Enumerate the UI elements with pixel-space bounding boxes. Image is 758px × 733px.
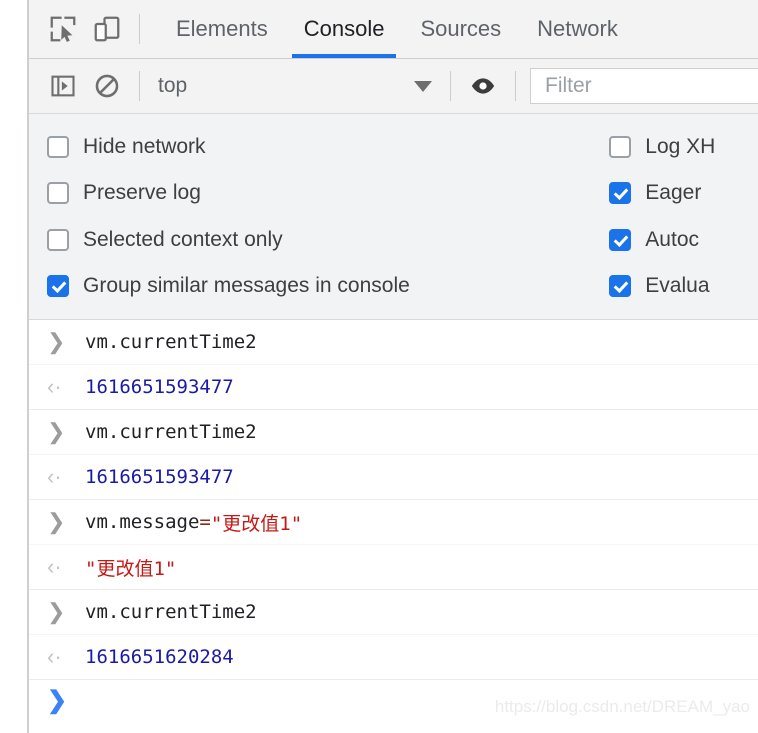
input-chevron-icon: ❯ — [47, 509, 66, 534]
device-toolbar-icon[interactable] — [85, 7, 129, 51]
console-input-code-string: "更改值1" — [210, 512, 303, 535]
setting-label-group-similar: Group similar messages in console — [83, 273, 410, 297]
console-prompt[interactable]: ❯ — [29, 680, 758, 720]
setting-label-hide-network: Hide network — [83, 135, 206, 159]
console-entry: ❯ vm.currentTime2 ‹· 1616651620284 — [29, 590, 758, 680]
setting-eager-evaluation[interactable]: Eager — [609, 171, 758, 215]
setting-hide-network[interactable]: Hide network — [47, 125, 609, 169]
tab-elements[interactable]: Elements — [158, 0, 286, 58]
prompt-chevron-icon: ❯ — [47, 686, 68, 714]
console-entry: ❯ vm.currentTime2 ‹· 1616651593477 — [29, 410, 758, 500]
console-input-line[interactable]: ❯ vm.currentTime2 — [29, 590, 758, 634]
console-input-code: vm.currentTime2 — [85, 421, 257, 443]
live-expression-eye-icon[interactable] — [461, 64, 505, 108]
console-input-line[interactable]: ❯ vm.currentTime2 — [29, 320, 758, 364]
setting-selected-context-only[interactable]: Selected context only — [47, 218, 609, 262]
devtools-tabbar: Elements Console Sources Network — [29, 0, 758, 59]
settings-column-left: Hide network Preserve log Selected conte… — [29, 122, 609, 309]
console-input-code-prefix: vm.message — [85, 511, 200, 533]
console-output-line: ‹· 1616651593477 — [29, 454, 758, 499]
setting-evaluate-activation[interactable]: Evalua — [609, 264, 758, 308]
checkbox-evaluate-activation[interactable] — [609, 274, 632, 297]
tab-console[interactable]: Console — [286, 0, 403, 58]
output-chevron-icon: ‹· — [47, 464, 62, 489]
settings-column-right: Log XH Eager Autoc Evalua — [609, 122, 758, 309]
setting-label-autocomplete: Autoc — [645, 227, 699, 251]
output-chevron-icon: ‹· — [47, 554, 62, 579]
input-chevron-icon: ❯ — [47, 329, 66, 354]
setting-log-xhr[interactable]: Log XH — [609, 125, 758, 169]
console-output-value: "更改值1" — [85, 557, 177, 580]
settings-columns: Hide network Preserve log Selected conte… — [29, 122, 758, 309]
checkbox-eager-evaluation[interactable] — [609, 182, 632, 205]
tab-network[interactable]: Network — [519, 0, 636, 58]
console-output-value: 1616651593477 — [85, 466, 234, 488]
console-toolbar-divider-1 — [139, 71, 140, 101]
devtools-panel: Elements Console Sources Network top Fil… — [27, 0, 758, 733]
devtools-screenshot: Elements Console Sources Network top Fil… — [0, 0, 758, 733]
output-chevron-icon: ‹· — [47, 644, 62, 669]
console-entry: ❯ vm.currentTime2 ‹· 1616651593477 — [29, 320, 758, 410]
tabbar-divider — [139, 14, 140, 44]
console-toolbar: top Filter — [29, 59, 758, 114]
console-input-code-operator: = — [199, 511, 211, 533]
console-settings-panel: Hide network Preserve log Selected conte… — [29, 114, 758, 320]
filter-input[interactable]: Filter — [530, 68, 758, 104]
output-chevron-icon: ‹· — [47, 374, 62, 399]
checkbox-autocomplete[interactable] — [609, 228, 632, 251]
inspect-element-icon[interactable] — [41, 7, 85, 51]
console-output-line: ‹· "更改值1" — [29, 544, 758, 589]
tabbar-tool-icons — [29, 0, 150, 58]
console-message-list: ❯ vm.currentTime2 ‹· 1616651593477 ❯ vm.… — [29, 320, 758, 720]
console-entry: ❯ vm.message = "更改值1" ‹· "更改值1" — [29, 500, 758, 590]
devtools-tabs: Elements Console Sources Network — [158, 0, 636, 58]
setting-label-preserve-log: Preserve log — [83, 181, 201, 205]
console-output-line: ‹· 1616651620284 — [29, 634, 758, 679]
setting-group-similar[interactable]: Group similar messages in console — [47, 264, 609, 308]
console-sidebar-icon[interactable] — [41, 64, 85, 108]
filter-placeholder: Filter — [545, 74, 592, 97]
setting-preserve-log[interactable]: Preserve log — [47, 171, 609, 215]
checkbox-hide-network[interactable] — [47, 136, 69, 159]
setting-label-log-xhr: Log XH — [645, 135, 716, 159]
setting-label-eager-evaluation: Eager — [645, 181, 702, 205]
tab-sources[interactable]: Sources — [402, 0, 519, 58]
checkbox-log-xhr[interactable] — [609, 136, 632, 159]
setting-label-selected-context-only: Selected context only — [83, 227, 283, 251]
checkbox-selected-context-only[interactable] — [47, 228, 69, 251]
console-output-value: 1616651620284 — [85, 646, 234, 668]
console-output-value: 1616651593477 — [85, 376, 234, 398]
console-toolbar-divider-2 — [450, 71, 451, 101]
checkbox-group-similar[interactable] — [47, 274, 69, 297]
input-chevron-icon: ❯ — [47, 599, 66, 624]
checkbox-preserve-log[interactable] — [47, 182, 69, 205]
console-input-code: vm.currentTime2 — [85, 601, 257, 623]
setting-autocomplete[interactable]: Autoc — [609, 218, 758, 262]
input-chevron-icon: ❯ — [47, 419, 66, 444]
execution-context-selector[interactable]: top — [150, 67, 440, 105]
console-input-code: vm.currentTime2 — [85, 331, 257, 353]
console-output-line: ‹· 1616651593477 — [29, 364, 758, 409]
chevron-down-icon — [414, 80, 432, 92]
clear-console-icon[interactable] — [85, 64, 129, 108]
console-input-line[interactable]: ❯ vm.message = "更改值1" — [29, 500, 758, 544]
setting-label-evaluate-activation: Evalua — [645, 273, 710, 297]
execution-context-label: top — [158, 74, 188, 97]
console-toolbar-divider-3 — [515, 71, 516, 101]
console-input-line[interactable]: ❯ vm.currentTime2 — [29, 410, 758, 454]
